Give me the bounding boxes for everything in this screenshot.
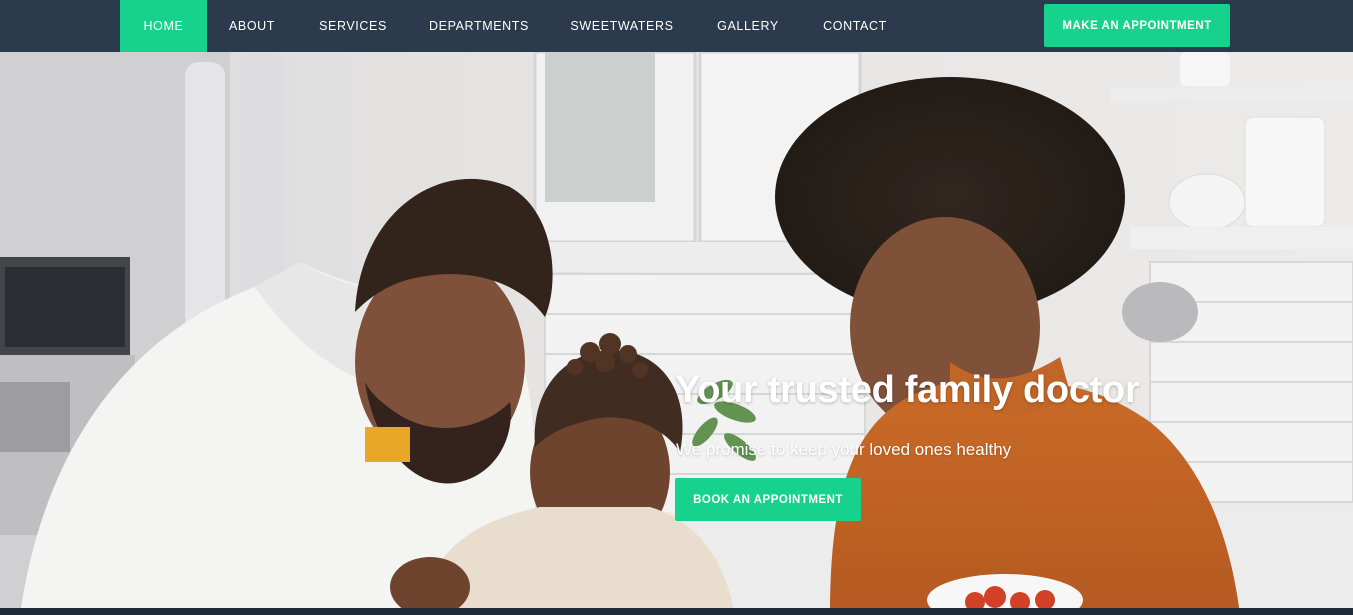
hero-title: Your trusted family doctor — [675, 369, 1140, 411]
top-navbar: HOME ABOUT SERVICES DEPARTMENTS SWEETWAT… — [0, 0, 1353, 52]
nav-services[interactable]: SERVICES — [297, 0, 409, 52]
nav-departments[interactable]: DEPARTMENTS — [409, 0, 549, 52]
hero-section: Your trusted family doctor We promise to… — [0, 52, 1353, 615]
hero-family-kitchen-image — [0, 52, 1353, 615]
make-appointment-button[interactable]: MAKE AN APPOINTMENT — [1044, 4, 1230, 47]
book-appointment-button[interactable]: BOOK AN APPOINTMENT — [675, 478, 861, 521]
hero-subtitle: We promise to keep your loved ones healt… — [676, 440, 1012, 459]
nav-sweetwaters[interactable]: SWEETWATERS — [549, 0, 695, 52]
nav-home[interactable]: HOME — [120, 0, 207, 52]
bottom-strip — [0, 608, 1353, 615]
nav-gallery[interactable]: GALLERY — [695, 0, 801, 52]
nav-contact[interactable]: CONTACT — [801, 0, 909, 52]
nav-about[interactable]: ABOUT — [207, 0, 297, 52]
main-nav: HOME ABOUT SERVICES DEPARTMENTS SWEETWAT… — [120, 0, 909, 52]
